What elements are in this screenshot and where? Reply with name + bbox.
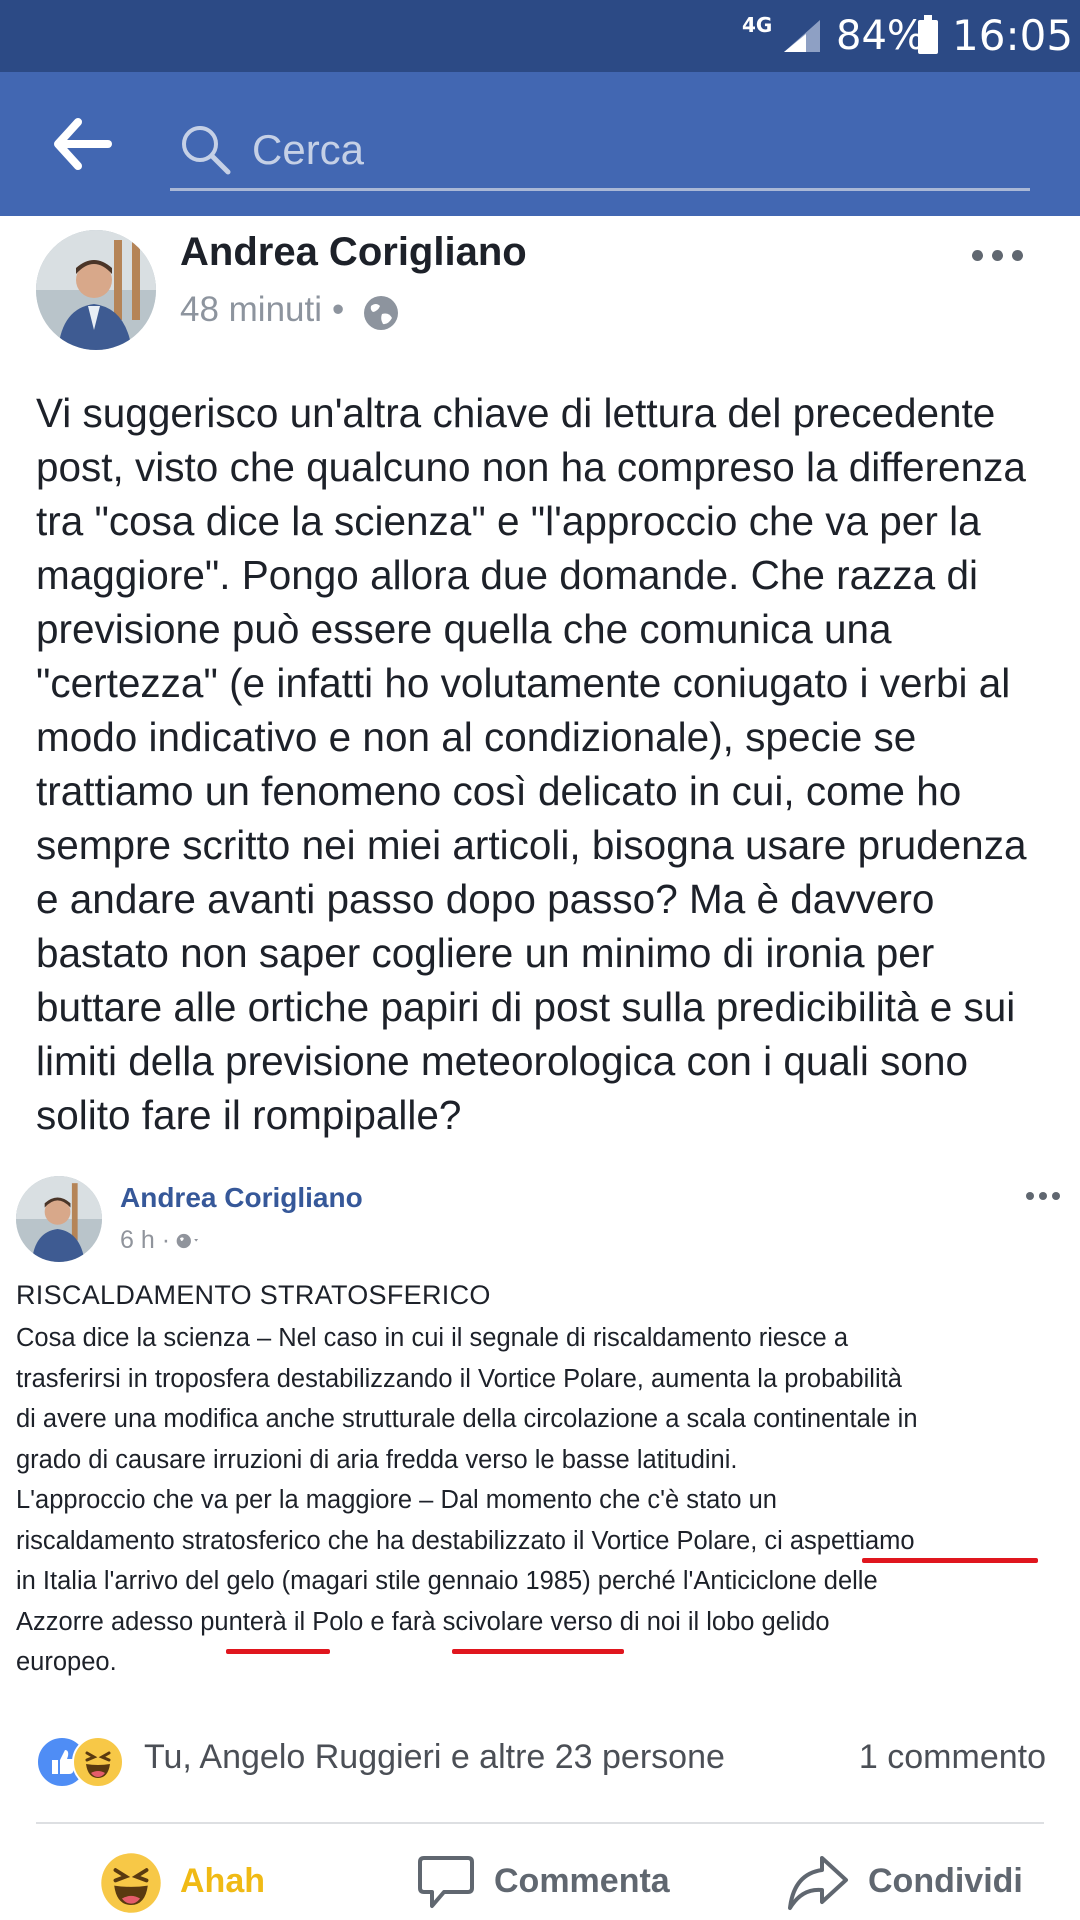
comment-icon <box>418 1856 474 1908</box>
search-input[interactable]: Cerca <box>170 108 1030 191</box>
post-meta: 48 minuti • <box>180 290 354 330</box>
meta-separator: • <box>332 290 345 329</box>
clock: 16:05 <box>952 11 1074 60</box>
embedded-author: Andrea Corigliano <box>120 1182 363 1213</box>
embedded-avatar-photo <box>16 1176 102 1262</box>
reactions-row: Tu, Angelo Ruggieri e altre 23 persone 1… <box>36 1734 1046 1788</box>
comment-button[interactable]: Commenta <box>416 1852 696 1920</box>
embedded-line: L'approccio che va per la maggiore – Dal… <box>16 1486 777 1514</box>
battery-icon <box>918 15 938 54</box>
status-bar: 4G 84% 16:05 <box>0 0 1080 72</box>
post-author[interactable]: Andrea Corigliano <box>180 230 527 275</box>
comment-label: Commenta <box>494 1862 670 1900</box>
haha-icon <box>101 1853 161 1913</box>
search-placeholder: Cerca <box>252 126 365 173</box>
haha-label: Ahah <box>180 1862 265 1900</box>
embedded-line: Cosa dice la scienza – Nel caso in cui i… <box>16 1324 848 1352</box>
embedded-line: di avere una modifica anche strutturale … <box>16 1405 918 1433</box>
search-icon <box>182 126 231 175</box>
dot <box>1012 250 1023 261</box>
embedded-post-image[interactable]: Andrea Corigliano 6 h · RISCALDAMENTO ST… <box>0 1168 1080 1686</box>
dot <box>992 250 1003 261</box>
dot <box>1052 1192 1060 1200</box>
back-arrow-icon[interactable] <box>52 116 112 172</box>
dot <box>972 250 983 261</box>
embedded-line: riscaldamento stratosferico che ha desta… <box>16 1526 915 1555</box>
red-underline <box>226 1649 330 1654</box>
embedded-body: Cosa dice la scienza – Nel caso in cui i… <box>16 1318 1066 1683</box>
embedded-globe-icon <box>176 1233 199 1249</box>
dot <box>1039 1192 1047 1200</box>
author-avatar[interactable] <box>36 230 156 350</box>
embedded-line: trasferirsi in troposfera destabilizzand… <box>16 1364 902 1393</box>
post-text: Vi suggerisco un'altra chiave di lettura… <box>36 390 1027 1138</box>
reactions-summary[interactable]: Tu, Angelo Ruggieri e altre 23 persone <box>144 1738 725 1777</box>
share-button[interactable]: Condividi <box>786 1852 1056 1920</box>
divider <box>36 1822 1044 1824</box>
embedded-time: 6 h · <box>120 1226 171 1254</box>
embedded-line: in Italia l'arrivo del gelo (magari stil… <box>16 1567 878 1595</box>
embedded-line: Azzorre adesso punterà il Polo e farà sc… <box>16 1607 830 1636</box>
post-time[interactable]: 48 minuti <box>180 290 322 329</box>
comments-count[interactable]: 1 commento <box>859 1738 1046 1777</box>
embedded-line: grado di causare irruzioni di aria fredd… <box>16 1445 738 1474</box>
battery-percent: 84% <box>836 13 925 59</box>
dot <box>1026 1192 1034 1200</box>
red-underline <box>452 1649 624 1654</box>
more-options-button[interactable] <box>966 236 1030 272</box>
haha-reaction-button[interactable]: Ahah <box>100 1852 300 1920</box>
embedded-more-icon <box>1024 1188 1064 1208</box>
app-bar: Cerca <box>0 72 1080 216</box>
network-indicator: 4G <box>742 13 773 37</box>
signal-icon <box>784 20 820 52</box>
haha-reaction-icon <box>72 1736 124 1788</box>
embedded-title: RISCALDAMENTO STRATOSFERICO <box>16 1280 491 1310</box>
embedded-author-avatar <box>16 1176 102 1262</box>
red-underline <box>862 1558 1038 1563</box>
globe-icon <box>364 296 398 330</box>
share-icon <box>788 1856 848 1910</box>
share-label: Condividi <box>868 1862 1023 1900</box>
avatar-photo <box>36 230 156 350</box>
